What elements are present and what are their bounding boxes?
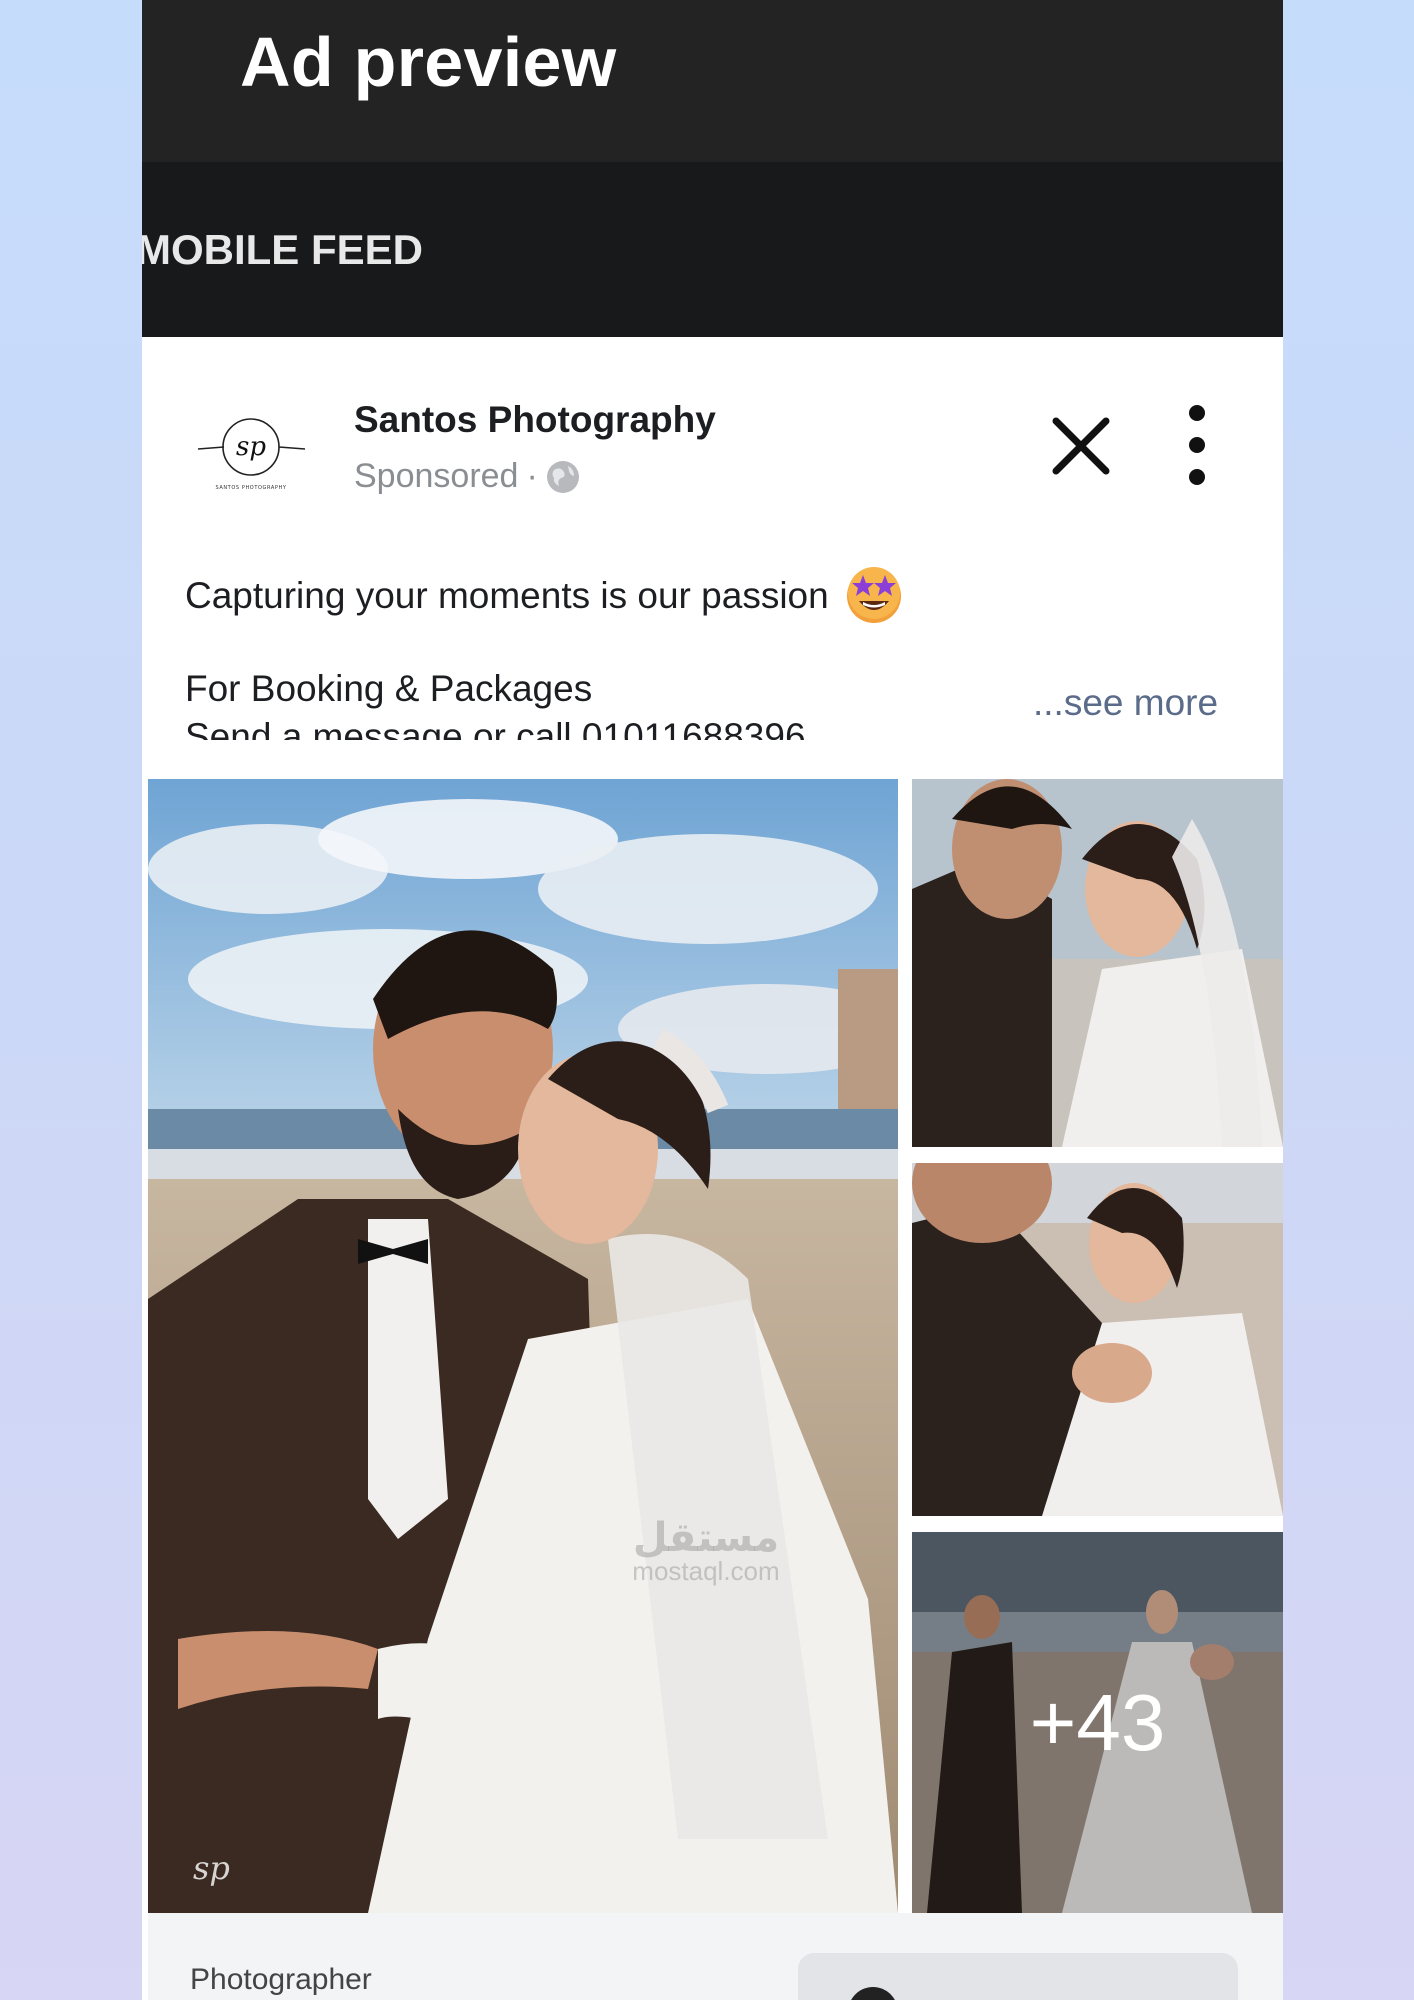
placement-tab-bar: MOBILE FEED	[142, 162, 1283, 337]
side-photo-1[interactable]	[912, 779, 1283, 1147]
ad-card: sp SANTOS PHOTOGRAPHY Santos Photography…	[148, 337, 1283, 2000]
more-options-icon[interactable]	[1184, 403, 1210, 487]
separator-dot: ·	[526, 457, 538, 495]
svg-text:sp: sp	[193, 1849, 230, 1887]
ad-footer: Photographer	[148, 1913, 1283, 2000]
see-more-link[interactable]: ...see more	[1033, 682, 1218, 724]
watermark-site: mostaql.com	[632, 1556, 780, 1586]
sponsored-line: Sponsored ·	[354, 457, 580, 496]
phone-frame: Ad preview MOBILE FEED sp SANTOS PHOTOGR…	[142, 0, 1283, 2000]
sponsored-label: Sponsored	[354, 457, 519, 495]
star-struck-emoji-icon	[846, 567, 901, 623]
close-icon[interactable]	[1048, 413, 1114, 479]
side-photo-3[interactable]: +43	[912, 1532, 1283, 1913]
main-photo[interactable]: sp	[148, 779, 898, 1913]
message-text-1: Capturing your moments is our passion	[185, 575, 829, 616]
title-bar: Ad preview	[142, 0, 1283, 162]
svg-text:sp: sp	[236, 432, 266, 462]
ad-message-body: For Booking & Packages Send a message or…	[185, 665, 945, 740]
ad-message-line1: Capturing your moments is our passion	[185, 567, 903, 625]
message-text-3: Send a message or call 01011688396	[185, 716, 806, 740]
footer-occupation: Photographer	[190, 1963, 372, 1996]
message-text-2: For Booking & Packages	[185, 668, 593, 709]
globe-icon	[546, 460, 579, 493]
svg-text:SANTOS PHOTOGRAPHY: SANTOS PHOTOGRAPHY	[215, 485, 286, 491]
watermark-arabic: مستقل	[632, 1515, 780, 1561]
side-photo-2[interactable]	[912, 1163, 1283, 1516]
page-logo[interactable]: sp SANTOS PHOTOGRAPHY	[194, 397, 309, 512]
page-title: Ad preview	[240, 23, 617, 101]
more-photos-count[interactable]: +43	[912, 1532, 1283, 1913]
page-name[interactable]: Santos Photography	[354, 399, 716, 441]
cta-button[interactable]	[798, 1953, 1238, 2000]
watermark: مستقل mostaql.com	[626, 1515, 786, 1586]
messenger-icon	[848, 1987, 898, 2000]
tab-mobile-feed[interactable]: MOBILE FEED	[142, 226, 423, 274]
